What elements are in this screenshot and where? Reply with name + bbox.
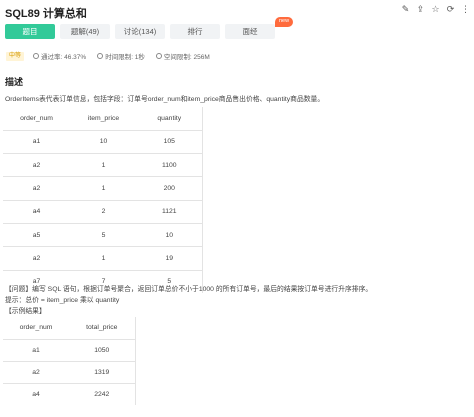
table-row: a1 10 105 xyxy=(3,129,202,154)
table-row: a1 1050 xyxy=(3,338,135,361)
difficulty-badge: 中等 xyxy=(6,51,25,61)
column-header: item_price xyxy=(87,114,120,122)
table-row: a5 5 10 xyxy=(3,222,202,247)
tab-problem[interactable]: 题目 xyxy=(5,24,55,39)
table-cell: 2 xyxy=(70,199,137,224)
table-cell: 5 xyxy=(70,222,137,247)
title-bar: SQL89 计算总和 ✎ ⇪ ☆ ⟳ ⋮ xyxy=(0,0,474,22)
hint-text: 提示：总价 = item_price 乘以 quantity xyxy=(5,297,120,304)
table-row: a2 1319 xyxy=(3,360,135,383)
table-cell: a1 xyxy=(3,129,70,154)
table-cell: 105 xyxy=(137,129,202,154)
share-icon[interactable]: ⇪ xyxy=(416,5,425,14)
star-icon[interactable]: ☆ xyxy=(431,5,440,14)
table-header-row: order_num item_price quantity xyxy=(3,107,202,130)
memory-icon xyxy=(155,53,162,59)
table-header-row: order_num total_price xyxy=(3,317,135,339)
table-row: a2 1 19 xyxy=(3,246,202,271)
page-title: SQL89 计算总和 xyxy=(5,8,87,20)
header-actions: ✎ ⇪ ☆ ⟳ ⋮ xyxy=(401,5,470,14)
column-header: total_price xyxy=(86,324,118,332)
tab-interview[interactable]: 面经 xyxy=(225,24,275,39)
sync-icon[interactable]: ⟳ xyxy=(446,5,455,14)
section-title: 描述 xyxy=(5,77,24,87)
space-limit-text: 空间限制: 256M xyxy=(163,54,210,61)
table-cell: 19 xyxy=(137,246,202,271)
problem-meta: 中等 通过率: 46.37% 时间限制: 1秒 空间限制: 256M xyxy=(6,51,221,61)
table-cell: 1121 xyxy=(137,199,202,224)
table-cell: 10 xyxy=(137,222,202,247)
column-header: order_num xyxy=(19,324,53,332)
table-row: a2 1 200 xyxy=(3,176,202,201)
table-cell: 2242 xyxy=(69,382,135,405)
time-limit-text: 时间限制: 1秒 xyxy=(105,54,145,61)
tab-discussion[interactable]: 讨论(134) xyxy=(115,24,165,39)
pass-rate: 通过率: 46.37% xyxy=(33,51,86,61)
tab-ranking[interactable]: 排行 xyxy=(170,24,220,39)
result-table: order_num total_price a1 1050 a2 1319 a4… xyxy=(3,317,136,405)
more-icon[interactable]: ⋮ xyxy=(461,5,470,14)
table-row: a4 2 1121 xyxy=(3,199,202,224)
table-cell: 1100 xyxy=(137,153,202,177)
table-cell: a2 xyxy=(3,246,70,271)
table-cell: a5 xyxy=(3,222,70,247)
table-cell: a2 xyxy=(3,360,69,383)
space-limit: 空间限制: 256M xyxy=(155,51,210,61)
table-cell: 1 xyxy=(70,176,137,201)
new-badge: new xyxy=(275,17,294,27)
table-cell: 1319 xyxy=(69,360,135,383)
table-cell: 1 xyxy=(70,246,137,271)
column-header: quantity xyxy=(157,114,182,122)
column-header: order_num xyxy=(20,114,53,122)
description: OrderItems表代表订单信息，包括字段：订单号order_num和item… xyxy=(5,96,325,103)
clock-icon xyxy=(97,53,104,59)
table-cell: 1 xyxy=(70,153,137,177)
tab-solutions[interactable]: 题解(49) xyxy=(60,24,110,39)
edit-icon[interactable]: ✎ xyxy=(401,5,410,14)
table-cell: a2 xyxy=(3,153,70,177)
table-cell: a4 xyxy=(3,382,69,405)
question-text: 【问题】编写 SQL 语句，根据订单号聚合，返回订单总价不小于1000 的所有订… xyxy=(5,286,373,293)
time-limit: 时间限制: 1秒 xyxy=(97,51,145,61)
table-row: a2 1 1100 xyxy=(3,153,202,177)
table-cell: 200 xyxy=(137,176,202,201)
table-cell: a4 xyxy=(3,199,70,224)
tab-bar: 题目 题解(49) 讨论(134) 排行 面经 xyxy=(5,24,280,39)
table-cell: a2 xyxy=(3,176,70,201)
orders-table: order_num item_price quantity a1 10 105 … xyxy=(3,107,203,294)
table-cell: 1050 xyxy=(69,338,135,361)
table-cell: a1 xyxy=(3,338,69,361)
table-cell: 10 xyxy=(70,129,137,154)
example-label: 【示例结果】 xyxy=(5,308,46,315)
check-circle-icon xyxy=(33,53,40,59)
table-row: a4 2242 xyxy=(3,382,135,405)
pass-rate-text: 通过率: 46.37% xyxy=(41,54,87,61)
